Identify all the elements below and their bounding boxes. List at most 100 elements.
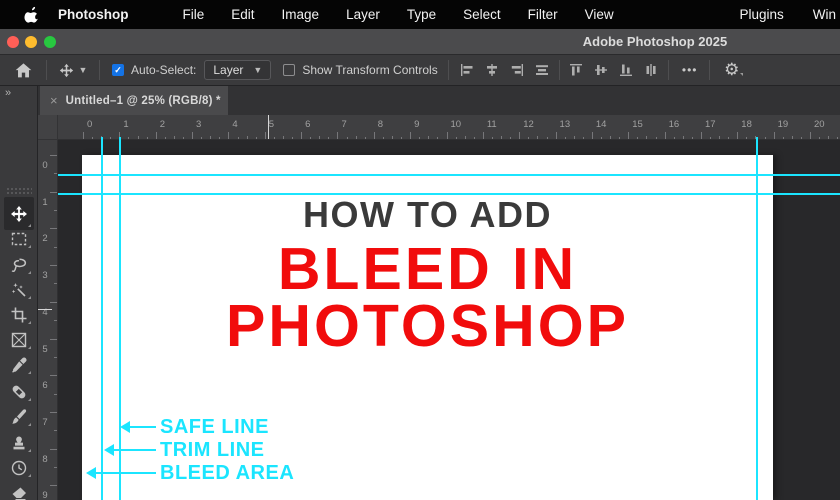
menu-item-view[interactable]: View — [585, 7, 614, 22]
guide-trim-right[interactable] — [756, 137, 758, 500]
menu-item-file[interactable]: File — [183, 7, 205, 22]
clone-stamp-tool[interactable] — [4, 430, 34, 455]
clone-stamp-tool-icon — [10, 434, 28, 452]
zoom-window-button[interactable] — [44, 36, 56, 48]
guide-safe-left[interactable] — [119, 137, 121, 500]
horizontal-ruler[interactable]: 01234567891011121314151617181920 — [58, 115, 840, 140]
apple-icon[interactable] — [24, 6, 40, 23]
magic-wand-tool[interactable] — [4, 277, 34, 302]
history-brush-tool[interactable] — [4, 455, 34, 480]
menu-item-win[interactable]: Win — [813, 7, 836, 22]
eyedropper-tool[interactable] — [4, 352, 34, 377]
vruler-tick — [50, 228, 57, 229]
callout-arrow-line — [128, 426, 156, 428]
close-tab-icon[interactable]: × — [50, 93, 58, 108]
hruler-halftick — [537, 136, 538, 139]
brush-tool[interactable] — [4, 404, 34, 429]
vruler-halftick — [54, 430, 57, 431]
move-tool-preset-button[interactable]: ▼ — [47, 63, 99, 78]
auto-select-label: Auto-Select: — [131, 63, 196, 77]
hruler-quartertick — [583, 137, 584, 139]
minimize-window-button[interactable] — [25, 36, 37, 48]
lasso-tool-icon — [10, 256, 28, 274]
align-left-edges-button[interactable] — [455, 58, 480, 82]
menubar-right-items: Plugins Win — [739, 7, 840, 22]
hruler-number: 11 — [487, 119, 497, 130]
callout-label-trim-line: TRIM LINE — [160, 440, 265, 460]
hruler-tick — [519, 132, 520, 139]
hruler-quartertick — [165, 137, 166, 139]
close-window-button[interactable] — [7, 36, 19, 48]
magic-wand-tool-icon — [10, 281, 28, 299]
vruler-tick — [50, 412, 57, 413]
vruler-number: 1 — [38, 197, 52, 208]
hruler-tick — [810, 132, 811, 139]
auto-select-dropdown[interactable]: Layer ▼ — [204, 60, 271, 80]
menu-item-image[interactable]: Image — [282, 7, 320, 22]
callout-arrow-line — [94, 472, 156, 474]
distribute-horizontally-button[interactable] — [530, 58, 555, 82]
hruler-tick — [737, 132, 738, 139]
hruler-halftick — [574, 136, 575, 139]
align-top-edges-button[interactable] — [564, 58, 589, 82]
hruler-tick — [301, 132, 302, 139]
hruler-quartertick — [692, 137, 693, 139]
guide-safe-top[interactable] — [58, 193, 840, 195]
distribute-vertically-button[interactable] — [639, 58, 664, 82]
guide-trim-top[interactable] — [58, 174, 840, 176]
gear-icon[interactable]: ⚙ — [712, 60, 752, 80]
hruler-number: 4 — [232, 119, 237, 130]
hruler-quartertick — [783, 137, 784, 139]
healing-brush-tool[interactable] — [4, 379, 34, 404]
hruler-quartertick — [147, 137, 148, 139]
canvas-area[interactable]: HOW TO ADD BLEED IN PHOTOSHOP SAFE LINET… — [58, 140, 840, 500]
hruler-quartertick — [637, 137, 638, 139]
rectangular-marquee-tool-icon — [10, 230, 28, 248]
hruler-quartertick — [92, 137, 93, 139]
move-icon — [59, 63, 74, 78]
hruler-number: 3 — [196, 119, 201, 130]
hruler-quartertick — [765, 137, 766, 139]
hruler-quartertick — [347, 137, 348, 139]
rectangular-marquee-tool[interactable] — [4, 226, 34, 251]
hruler-tick — [665, 132, 666, 139]
crop-tool[interactable] — [4, 302, 34, 327]
menu-item-edit[interactable]: Edit — [231, 7, 254, 22]
hruler-number: 6 — [305, 119, 310, 130]
align-right-edges-button[interactable] — [505, 58, 530, 82]
document-tab[interactable]: × Untitled–1 @ 25% (RGB/8) * — [40, 86, 228, 115]
hruler-quartertick — [383, 137, 384, 139]
menubar-app-name[interactable]: Photoshop — [58, 7, 129, 22]
guide-trim-left[interactable] — [101, 137, 103, 500]
collapse-toolbar-icon[interactable]: » — [5, 87, 10, 99]
move-tool-icon — [10, 205, 28, 223]
menu-item-type[interactable]: Type — [407, 7, 436, 22]
more-options-button[interactable]: ••• — [673, 63, 707, 77]
auto-select-checkbox[interactable]: ✓ — [112, 64, 124, 76]
show-transform-checkbox[interactable] — [283, 64, 295, 76]
window-titlebar: Adobe Photoshop 2025 — [0, 29, 840, 55]
hruler-quartertick — [274, 137, 275, 139]
toolbar-grip-handle[interactable] — [6, 187, 32, 196]
eraser-tool[interactable] — [4, 481, 34, 500]
menu-item-filter[interactable]: Filter — [528, 7, 558, 22]
align-vertical-centers-button[interactable] — [589, 58, 614, 82]
hruler-quartertick — [437, 137, 438, 139]
hruler-halftick — [428, 136, 429, 139]
hruler-number: 10 — [451, 119, 462, 130]
home-button[interactable] — [0, 61, 46, 80]
vertical-ruler[interactable]: 0123456789 — [38, 140, 58, 500]
lasso-tool[interactable] — [4, 252, 34, 277]
distribute-horizontally-icon — [534, 62, 550, 78]
menu-item-select[interactable]: Select — [463, 7, 501, 22]
align-bottom-edges-button[interactable] — [614, 58, 639, 82]
menu-item-layer[interactable]: Layer — [346, 7, 380, 22]
ruler-corner[interactable] — [38, 115, 58, 140]
align-horizontal-centers-button[interactable] — [480, 58, 505, 82]
window-title: Adobe Photoshop 2025 — [583, 34, 727, 49]
hruler-number: 8 — [378, 119, 383, 130]
menu-item-plugins[interactable]: Plugins — [739, 7, 783, 22]
vruler-halftick — [54, 283, 57, 284]
vruler-number: 9 — [38, 490, 52, 500]
frame-tool[interactable] — [4, 327, 34, 352]
